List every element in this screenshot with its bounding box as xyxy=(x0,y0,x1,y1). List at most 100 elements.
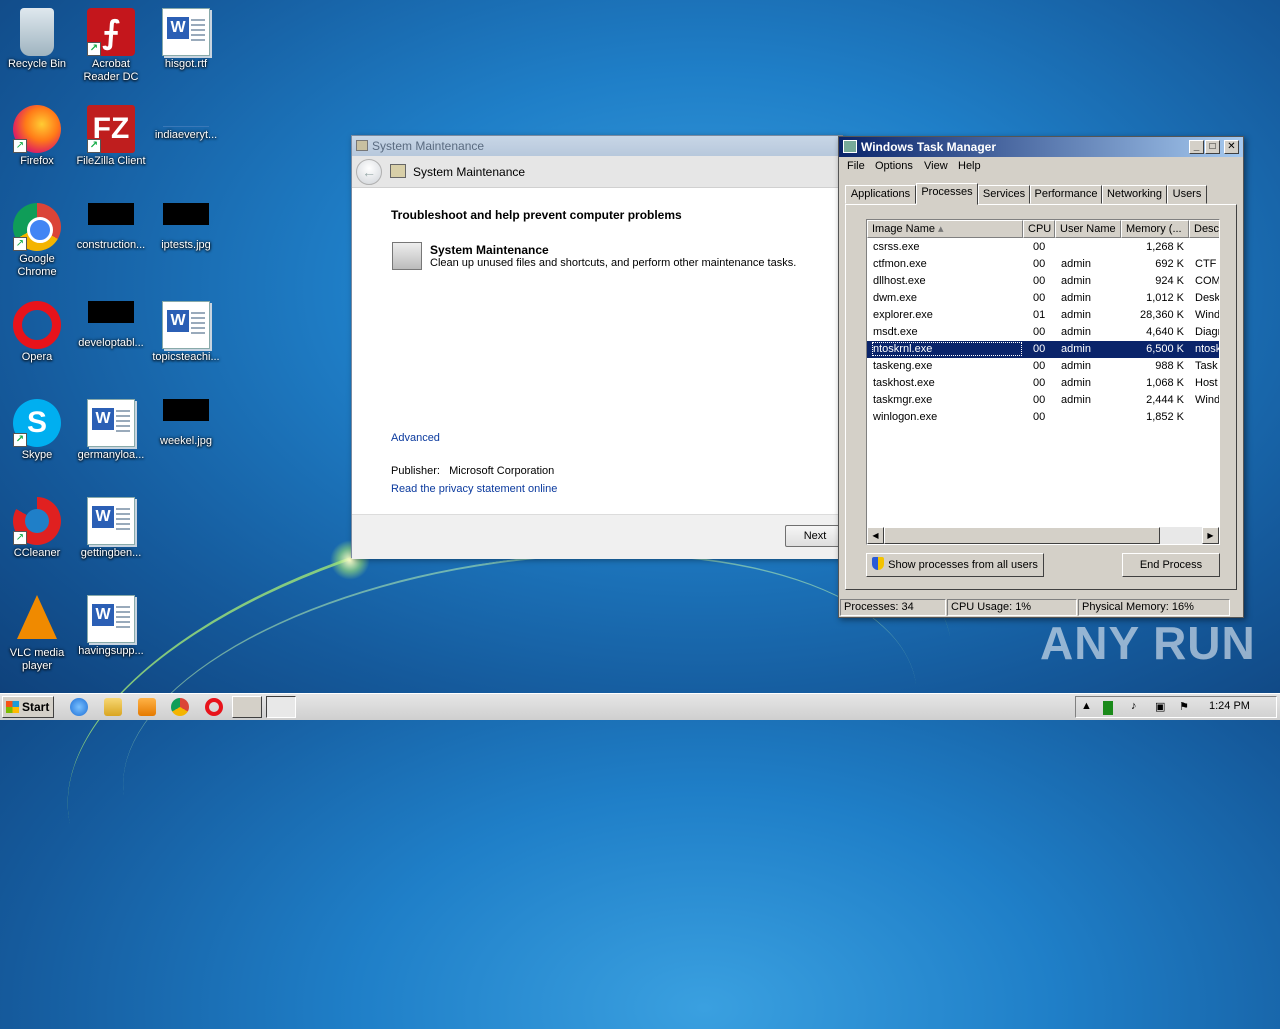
table-row[interactable]: dllhost.exe 00 admin 924 K COM xyxy=(867,273,1219,290)
column-user-name[interactable]: User Name xyxy=(1055,220,1121,238)
tab-users[interactable]: Users xyxy=(1167,185,1207,204)
scroll-left-icon[interactable]: ◀ xyxy=(867,527,884,544)
menu-bar: File Options View Help xyxy=(839,157,1243,176)
column-cpu[interactable]: CPU xyxy=(1023,220,1055,238)
desktop-icon-firefox[interactable]: ↗ Firefox xyxy=(0,105,74,168)
desktop-icon-skype[interactable]: S ↗ Skype xyxy=(0,399,74,462)
cell-mem: 988 K xyxy=(1155,360,1184,372)
clock[interactable]: 1:24 PM xyxy=(1209,700,1250,712)
menu-options[interactable]: Options xyxy=(875,160,913,172)
menu-file[interactable]: File xyxy=(847,160,865,172)
desktop-icon-developtabl[interactable]: developtabl... xyxy=(74,301,148,350)
column-memory[interactable]: Memory (... xyxy=(1121,220,1189,238)
media-player-icon[interactable] xyxy=(138,698,156,716)
desktop-icon-weekel[interactable]: weekel.jpg xyxy=(149,399,223,448)
image-file-icon xyxy=(163,203,209,225)
folder-icon[interactable] xyxy=(104,698,122,716)
table-row[interactable]: dwm.exe 00 admin 1,012 K Desk xyxy=(867,290,1219,307)
desktop-icon-opera[interactable]: Opera xyxy=(0,301,74,364)
table-row[interactable]: taskmgr.exe 00 admin 2,444 K Wind xyxy=(867,392,1219,409)
word-document-icon: W xyxy=(162,301,210,349)
scroll-right-icon[interactable]: ▶ xyxy=(1202,527,1219,544)
table-row[interactable]: ntoskrnl.exe 00 admin 6,500 K ntosk xyxy=(867,341,1219,358)
desktop-icon-construction[interactable]: construction... xyxy=(74,203,148,252)
end-process-button[interactable]: End Process xyxy=(1122,553,1220,577)
desktop-icon-gettingben[interactable]: W gettingben... xyxy=(74,497,148,560)
taskbar-app-system-maintenance[interactable] xyxy=(232,696,262,718)
chrome-taskbar-icon[interactable] xyxy=(171,698,189,716)
security-icon[interactable]: ▣ xyxy=(1155,700,1165,713)
desktop-icon-vlc[interactable]: VLC media player xyxy=(0,595,74,673)
menu-help[interactable]: Help xyxy=(958,160,981,172)
taskbar-app-task-manager[interactable] xyxy=(266,696,296,718)
opera-taskbar-icon[interactable] xyxy=(205,698,223,716)
troubleshoot-icon xyxy=(390,164,406,178)
cell-desc: Wind xyxy=(1195,394,1220,406)
network-icon[interactable] xyxy=(1103,701,1113,715)
minimize-button[interactable]: _ xyxy=(1189,140,1204,154)
next-button[interactable]: Next xyxy=(785,525,845,547)
cell-desc: Task xyxy=(1195,360,1218,372)
tab-applications[interactable]: Applications xyxy=(845,185,916,204)
table-row[interactable]: taskeng.exe 00 admin 988 K Task xyxy=(867,358,1219,375)
image-file-icon xyxy=(163,399,209,421)
desktop-icon-label: gettingben... xyxy=(80,547,142,559)
tab-networking[interactable]: Networking xyxy=(1102,185,1167,204)
desktop-icon-topicsteachi[interactable]: W topicsteachi... xyxy=(149,301,223,364)
desktop-icon-ccleaner[interactable]: ↗ CCleaner xyxy=(0,497,74,560)
cell-user: admin xyxy=(1061,343,1091,355)
desktop-icon-filezilla[interactable]: FZ ↗ FileZilla Client xyxy=(74,105,148,168)
table-row[interactable]: msdt.exe 00 admin 4,640 K Diagn xyxy=(867,324,1219,341)
list-header: Image Name ▴ CPU User Name Memory (... D… xyxy=(867,220,1219,238)
title-bar[interactable]: Windows Task Manager _ □ ✕ xyxy=(839,137,1243,157)
close-button[interactable]: ✕ xyxy=(1224,140,1239,154)
desktop-icon-recycle-bin[interactable]: Recycle Bin xyxy=(0,8,74,71)
tab-processes[interactable]: Processes xyxy=(916,183,978,205)
title-bar[interactable]: System Maintenance xyxy=(352,136,842,156)
desktop-icon-iptests[interactable]: iptests.jpg xyxy=(149,203,223,252)
recycle-bin-icon xyxy=(20,8,54,56)
volume-icon[interactable]: ♪ xyxy=(1131,700,1137,712)
internet-explorer-icon[interactable] xyxy=(70,698,88,716)
desktop-icon-germanyloa[interactable]: W germanyloa... xyxy=(74,399,148,462)
table-row[interactable]: taskhost.exe 00 admin 1,068 K Host xyxy=(867,375,1219,392)
tab-performance[interactable]: Performance xyxy=(1030,185,1102,204)
column-image-name[interactable]: Image Name ▴ xyxy=(867,220,1023,238)
desktop-icon-havingsupp[interactable]: W havingsupp... xyxy=(74,595,148,658)
process-list[interactable]: Image Name ▴ CPU User Name Memory (... D… xyxy=(866,219,1220,545)
cell-cpu: 00 xyxy=(1033,360,1046,372)
show-hidden-icons-icon[interactable]: ▲ xyxy=(1081,700,1092,712)
desktop-icon-acrobat[interactable]: ⨍ ↗ Acrobat Reader DC xyxy=(74,8,148,84)
cell-desc: Diagn xyxy=(1195,326,1219,338)
show-all-processes-button[interactable]: Show processes from all users xyxy=(866,553,1044,577)
table-row[interactable]: explorer.exe 01 admin 28,360 K Wind xyxy=(867,307,1219,324)
desktop-icon-label: Skype xyxy=(21,449,53,461)
tab-services[interactable]: Services xyxy=(978,185,1030,204)
desktop-icon-hisgot[interactable]: W hisgot.rtf xyxy=(149,8,223,71)
privacy-link[interactable]: Read the privacy statement online xyxy=(391,483,557,495)
action-center-flag-icon[interactable]: ⚑ xyxy=(1179,700,1189,713)
desktop-icon-indiaeveryt[interactable]: indiaeveryt... xyxy=(149,105,223,142)
image-file-icon xyxy=(88,301,134,323)
start-button[interactable]: Start xyxy=(2,696,54,718)
desktop-icon-chrome[interactable]: ↗ Google Chrome xyxy=(0,203,74,279)
maximize-button[interactable]: □ xyxy=(1205,140,1220,154)
horizontal-scrollbar[interactable]: ◀ ▶ xyxy=(867,527,1219,544)
column-description[interactable]: Desc xyxy=(1189,220,1219,238)
desktop-icon-label: Google Chrome xyxy=(17,253,57,278)
back-button[interactable]: ← xyxy=(356,159,382,185)
advanced-link[interactable]: Advanced xyxy=(391,432,440,444)
table-row[interactable]: csrss.exe 00 1,268 K xyxy=(867,239,1219,256)
cell-cpu: 01 xyxy=(1033,309,1046,321)
acrobat-icon: ⨍ ↗ xyxy=(87,8,135,56)
scroll-thumb[interactable] xyxy=(884,527,1160,544)
table-row[interactable]: winlogon.exe 00 1,852 K xyxy=(867,409,1219,426)
cell-name: ntoskrnl.exe xyxy=(872,342,1022,356)
word-document-icon: W xyxy=(87,595,135,643)
start-label: Start xyxy=(22,700,50,714)
watermark: ANY RUN xyxy=(1040,617,1256,669)
menu-view[interactable]: View xyxy=(924,160,948,172)
cell-cpu: 00 xyxy=(1033,411,1046,423)
cell-desc: COM xyxy=(1195,275,1220,287)
table-row[interactable]: ctfmon.exe 00 admin 692 K CTF L xyxy=(867,256,1219,273)
